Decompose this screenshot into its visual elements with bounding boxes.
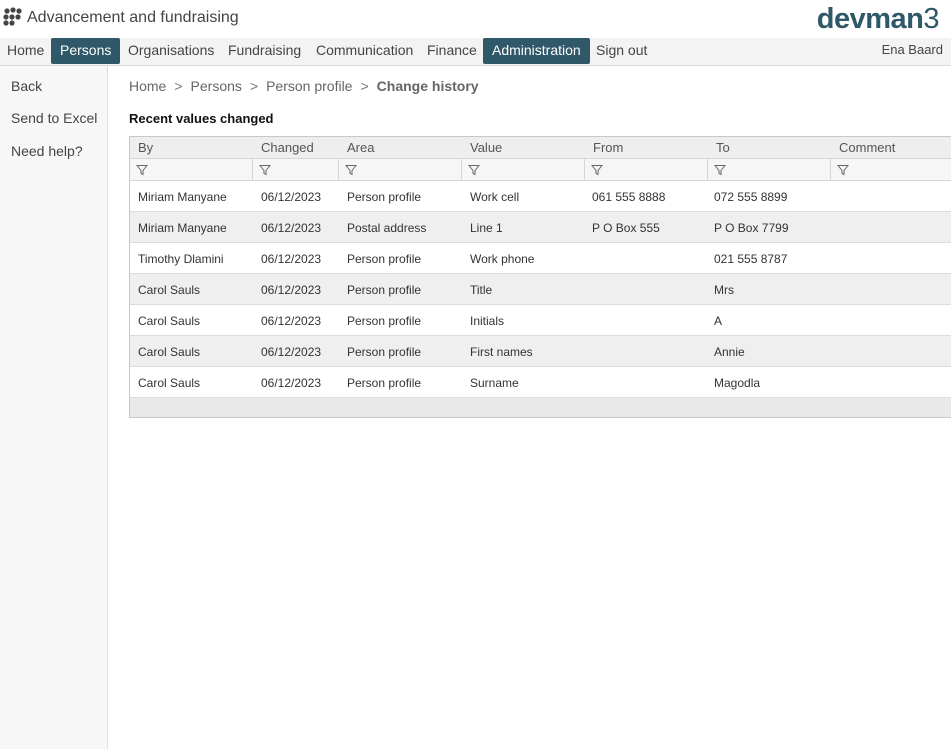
column-header-comment[interactable]: Comment [839,140,895,155]
filter-funnel-icon[interactable] [136,164,148,176]
cell-changed: 06/12/2023 [261,283,322,297]
cell-by: Miriam Manyane [138,190,227,204]
cell-area: Person profile [347,345,422,359]
main-nav: Home Persons Organisations Fundraising C… [0,38,951,66]
cell-by: Carol Sauls [138,376,201,390]
column-header-from[interactable]: From [593,140,623,155]
cell-to: 072 555 8899 [714,190,788,204]
table-row[interactable]: Carol Sauls 06/12/2023 Person profile Initi… [130,305,951,336]
cell-area: Person profile [347,283,422,297]
filter-funnel-icon[interactable] [837,164,849,176]
breadcrumb-persons[interactable]: Persons [191,78,242,94]
nav-communication[interactable]: Communication [307,38,422,64]
table-row[interactable]: Carol Sauls 06/12/2023 Person profile Surna… [130,367,951,398]
nav-finance[interactable]: Finance [418,38,486,64]
nav-fundraising[interactable]: Fundraising [219,38,310,64]
cell-to: Mrs [714,283,734,297]
cell-area: Person profile [347,376,422,390]
cell-changed: 06/12/2023 [261,376,322,390]
nav-persons[interactable]: Persons [51,38,121,64]
nav-organisations[interactable]: Organisations [119,38,223,64]
nav-home[interactable]: Home [0,38,53,64]
cell-changed: 06/12/2023 [261,190,322,204]
column-header-area[interactable]: Area [347,140,374,155]
column-header-changed[interactable]: Changed [261,140,314,155]
cell-area: Person profile [347,252,422,266]
cell-by: Miriam Manyane [138,221,227,235]
filter-funnel-icon[interactable] [345,164,357,176]
cell-changed: 06/12/2023 [261,314,322,328]
user-name: Ena Baard [881,42,943,57]
breadcrumb-person-profile[interactable]: Person profile [266,78,352,94]
filter-cell-changed[interactable] [253,159,339,180]
sidebar-item-back[interactable]: Back [11,78,42,94]
filter-cell-by[interactable] [130,159,253,180]
column-header-value[interactable]: Value [470,140,502,155]
cell-changed: 06/12/2023 [261,221,322,235]
cell-from: P O Box 555 [592,221,660,235]
filter-funnel-icon[interactable] [591,164,603,176]
sidebar-item-need-help[interactable]: Need help? [11,143,83,159]
grid-footer [130,398,951,417]
filter-cell-from[interactable] [585,159,708,180]
cell-area: Person profile [347,314,422,328]
change-history-grid: By Changed Area Value From To Comment Mi… [129,136,951,418]
cell-value: Surname [470,376,519,390]
filter-funnel-icon[interactable] [259,164,271,176]
breadcrumb-home[interactable]: Home [129,78,166,94]
brand-suffix: 3 [923,3,939,35]
sidebar-item-send-to-excel[interactable]: Send to Excel [11,110,97,126]
cell-from: 061 555 8888 [592,190,666,204]
cell-to: P O Box 7799 [714,221,789,235]
column-header-by[interactable]: By [138,140,153,155]
filter-cell-area[interactable] [339,159,462,180]
table-row[interactable]: Carol Sauls 06/12/2023 Person profile First… [130,336,951,367]
app-header: Advancement and fundraising devman3 [0,0,951,38]
cell-to: A [714,314,723,328]
breadcrumb-current: Change history [376,78,479,94]
paw-dots-icon [3,7,22,26]
app-title: Advancement and fundraising [27,9,239,26]
cell-value: Work phone [470,252,535,266]
table-row[interactable]: Timothy Dlamini 06/12/2023 Person profile W… [130,243,951,274]
table-row[interactable]: Carol Sauls 06/12/2023 Person profile Title… [130,274,951,305]
cell-by: Carol Sauls [138,314,201,328]
cell-value: Work cell [470,190,520,204]
cell-to: Annie [714,345,745,359]
table-row[interactable]: Miriam Manyane 06/12/2023 Postal address Li… [130,212,951,243]
section-title: Recent values changed [129,111,274,126]
nav-sign-out[interactable]: Sign out [587,38,656,64]
breadcrumb-separator: > [174,78,183,94]
nav-administration[interactable]: Administration [483,38,590,64]
cell-by: Carol Sauls [138,345,201,359]
filter-cell-comment[interactable] [831,159,951,180]
cell-to: Magodla [714,376,761,390]
table-row[interactable]: Miriam Manyane 06/12/2023 Person profile Wo… [130,181,951,212]
filter-funnel-icon[interactable] [714,164,726,176]
breadcrumb-separator: > [360,78,369,94]
grid-header-row: By Changed Area Value From To Comment [130,137,951,159]
sidebar: Back Send to Excel Need help? [0,66,108,749]
breadcrumb-separator: > [249,78,259,94]
cell-value: Line 1 [470,221,503,235]
brand-name: devman [816,3,924,35]
grid-filter-row [130,159,951,181]
cell-by: Timothy Dlamini [138,252,224,266]
cell-to: 021 555 8787 [714,252,788,266]
cell-changed: 06/12/2023 [261,252,322,266]
cell-value: Initials [470,314,505,328]
filter-cell-to[interactable] [708,159,831,180]
column-header-to[interactable]: To [716,140,730,155]
brand-logo: devman3 [816,3,940,36]
cell-area: Postal address [347,221,427,235]
cell-value: First names [470,345,533,359]
filter-funnel-icon[interactable] [468,164,480,176]
cell-changed: 06/12/2023 [261,345,322,359]
cell-value: Title [470,283,493,297]
breadcrumb: Home > Persons > Person profile > Change histo… [129,78,479,94]
cell-by: Carol Sauls [138,283,201,297]
filter-cell-value[interactable] [462,159,585,180]
cell-area: Person profile [347,190,422,204]
